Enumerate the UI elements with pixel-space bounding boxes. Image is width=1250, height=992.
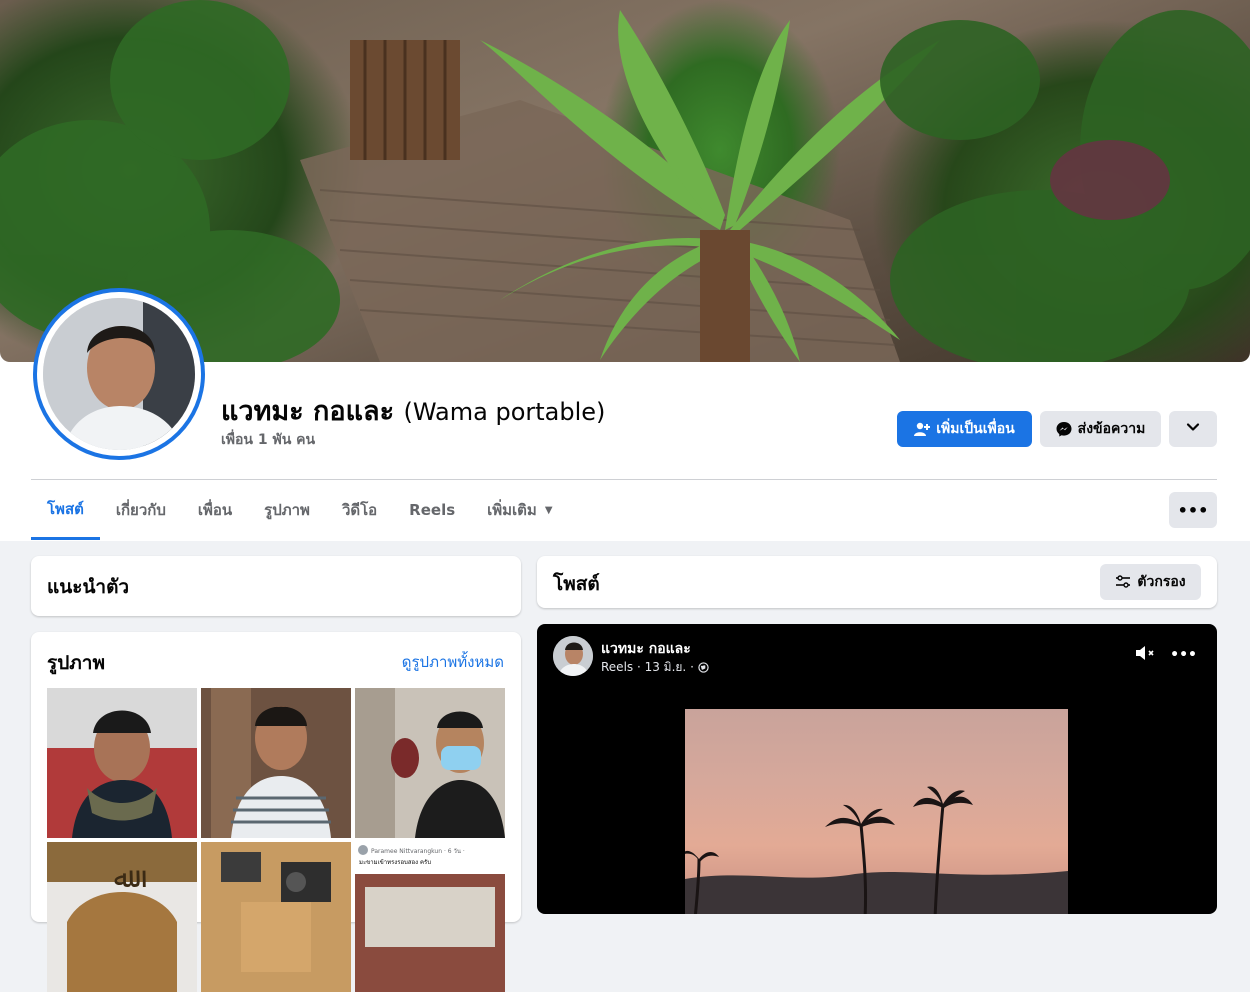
post-meta: Reels · 13 มิ.ย. · bbox=[601, 658, 709, 677]
chevron-down-icon bbox=[1186, 420, 1200, 438]
profile-alt-name: (Wama portable) bbox=[403, 398, 606, 426]
friends-count[interactable]: เพื่อน 1 พัน คน bbox=[221, 429, 315, 451]
filter-button[interactable]: ตัวกรอง bbox=[1100, 564, 1201, 600]
avatar bbox=[43, 298, 195, 450]
photo-thumbnail[interactable] bbox=[201, 842, 351, 992]
messenger-icon bbox=[1056, 421, 1072, 437]
tab-posts[interactable]: โพสต์ bbox=[31, 480, 100, 540]
profile-picture[interactable] bbox=[33, 288, 205, 460]
intro-card: แนะนำตัว bbox=[31, 556, 521, 616]
profile-tabs: โพสต์ เกี่ยวกับ เพื่อน รูปภาพ วิดีโอ Ree… bbox=[31, 480, 569, 540]
add-friend-button[interactable]: เพิ่มเป็นเพื่อน bbox=[897, 411, 1032, 447]
tab-about[interactable]: เกี่ยวกับ bbox=[100, 480, 182, 540]
photo-thumbnail[interactable]: Paramee Nittvarangkun · 6 วัน · มะขามเข้า… bbox=[355, 842, 505, 992]
photo-thumbnail[interactable] bbox=[355, 688, 505, 838]
thumb-post-caption: มะขามเข้าทรงรอบสอง ครับ bbox=[359, 859, 431, 866]
tab-friends[interactable]: เพื่อน bbox=[182, 480, 248, 540]
add-friend-label: เพิ่มเป็นเพื่อน bbox=[936, 421, 1015, 437]
cover-photo[interactable] bbox=[0, 0, 1250, 362]
more-icon[interactable]: ••• bbox=[1170, 647, 1197, 663]
tab-photos[interactable]: รูปภาพ bbox=[248, 480, 326, 540]
intro-title: แนะนำตัว bbox=[47, 576, 130, 598]
globe-icon bbox=[698, 662, 709, 676]
tab-more[interactable]: เพิ่มเติม ▼ bbox=[471, 480, 568, 540]
thumb-post-header: Paramee Nittvarangkun · 6 วัน · bbox=[371, 848, 465, 855]
posts-header-card: โพสต์ ตัวกรอง bbox=[537, 556, 1217, 608]
filter-icon bbox=[1115, 575, 1131, 589]
tab-reels[interactable]: Reels bbox=[393, 480, 471, 540]
profile-options-button[interactable] bbox=[1169, 411, 1217, 447]
post-controls: ••• bbox=[1134, 644, 1197, 666]
profile-name: แวทมะ กอและ (Wama portable) bbox=[221, 389, 605, 432]
photo-grid: ﷲ Paramee Nittvarangkun · 6 วัน · มะขามเข… bbox=[47, 688, 505, 992]
reel-post[interactable]: แวทมะ กอและ Reels · 13 มิ.ย. · ••• bbox=[537, 624, 1217, 914]
reel-video[interactable] bbox=[685, 709, 1068, 914]
post-author-name[interactable]: แวทมะ กอและ bbox=[601, 638, 691, 660]
posts-title: โพสต์ bbox=[553, 573, 600, 595]
photo-thumbnail[interactable] bbox=[201, 688, 351, 838]
message-button[interactable]: ส่งข้อความ bbox=[1040, 411, 1161, 447]
filter-label: ตัวกรอง bbox=[1137, 574, 1186, 590]
see-all-photos-link[interactable]: ดูรูปภาพทั้งหมด bbox=[402, 650, 504, 674]
photo-thumbnail[interactable]: ﷲ bbox=[47, 842, 197, 992]
post-author-avatar[interactable] bbox=[553, 636, 593, 676]
photos-card: รูปภาพ ดูรูปภาพทั้งหมด ﷲ Paramee Nittvar… bbox=[31, 632, 521, 992]
profile-header: แวทมะ กอและ (Wama portable) เพื่อน 1 พัน… bbox=[0, 0, 1250, 541]
mute-icon[interactable] bbox=[1134, 644, 1156, 666]
message-label: ส่งข้อความ bbox=[1077, 421, 1146, 437]
photo-thumbnail[interactable] bbox=[47, 688, 197, 838]
profile-name-thai: แวทมะ กอและ bbox=[221, 396, 395, 427]
add-friend-icon bbox=[914, 421, 931, 437]
caret-down-icon: ▼ bbox=[544, 504, 553, 516]
more-icon: ••• bbox=[1177, 500, 1209, 520]
photos-title: รูปภาพ bbox=[47, 652, 105, 674]
tabs-more-button[interactable]: ••• bbox=[1169, 492, 1217, 528]
tab-videos[interactable]: วิดีโอ bbox=[326, 480, 393, 540]
